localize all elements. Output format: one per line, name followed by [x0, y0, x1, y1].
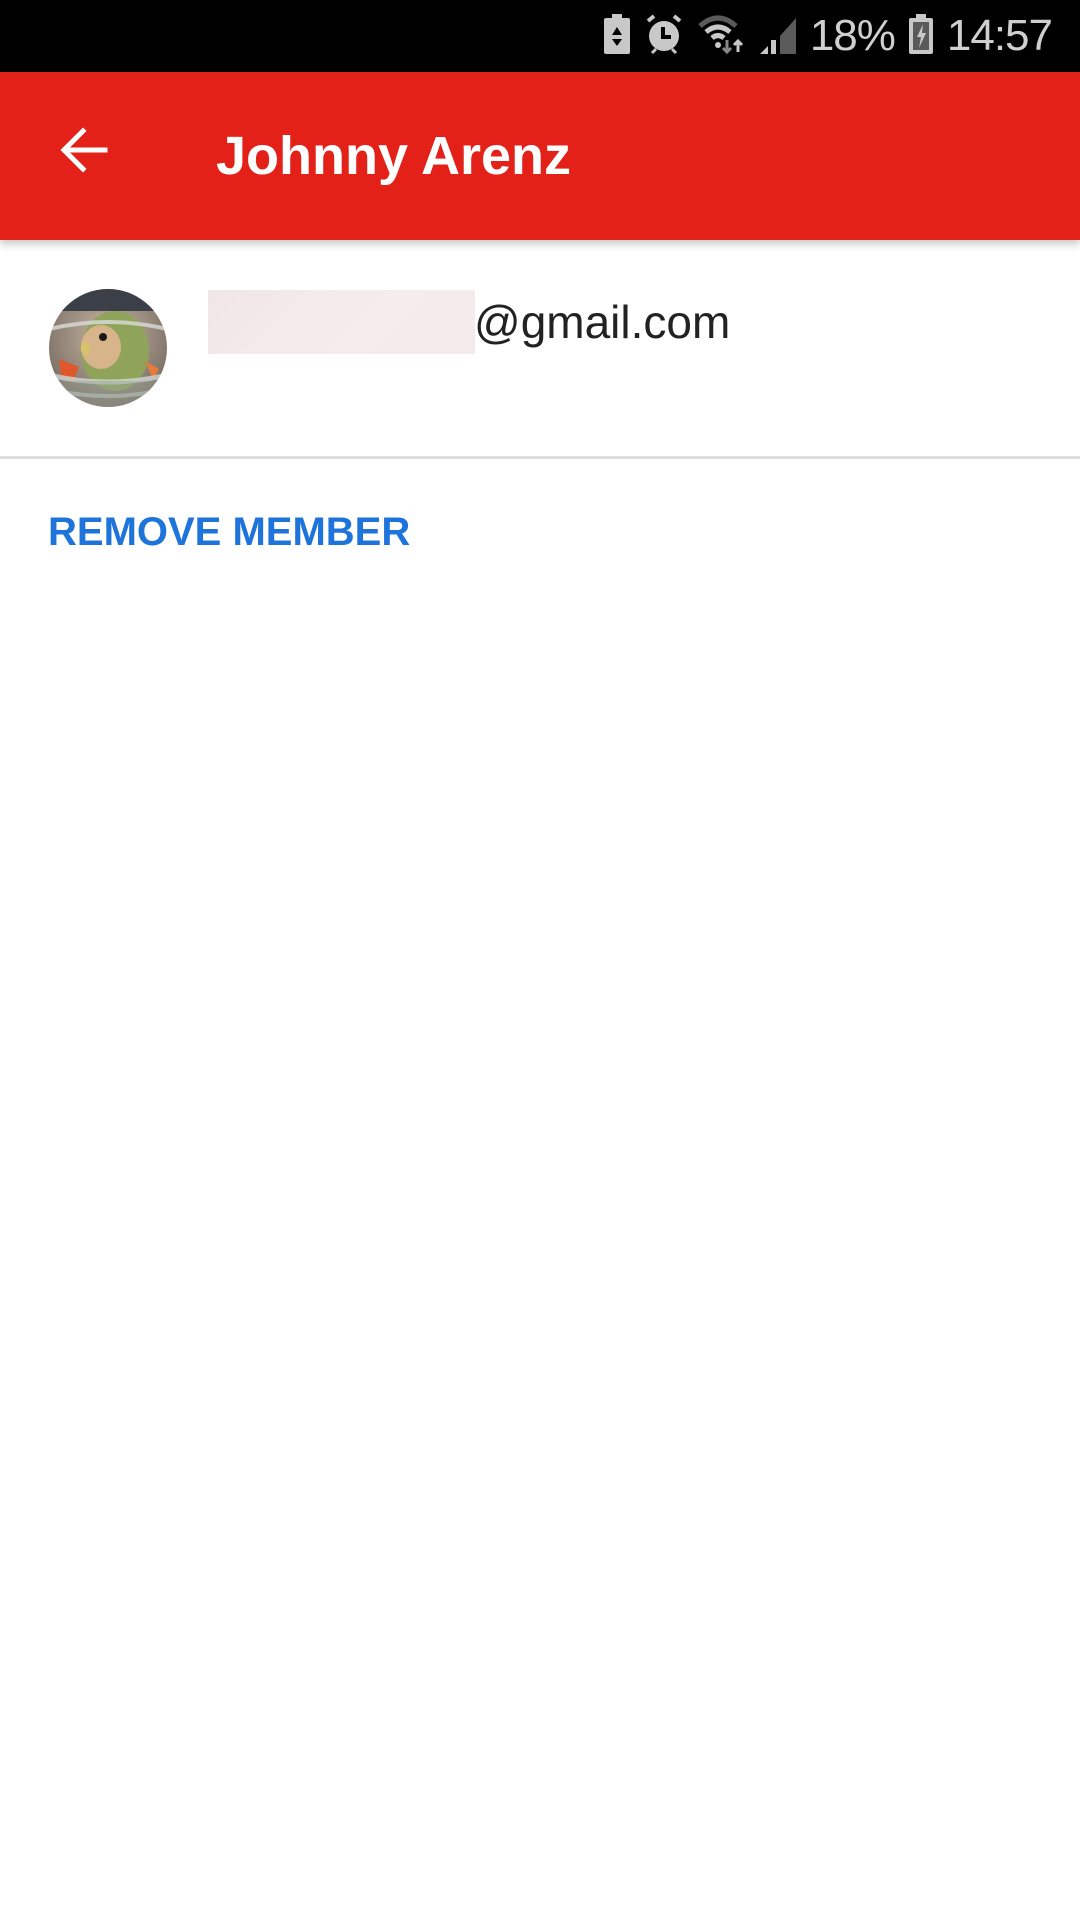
battery-percent: 18% [809, 11, 896, 60]
back-button[interactable] [44, 112, 124, 192]
clock: 14:57 [946, 11, 1053, 60]
divider [0, 456, 1080, 459]
signal-icon [759, 14, 796, 59]
status-bar: 18% 14:57 [0, 0, 1080, 72]
avatar [49, 289, 167, 407]
member-email: @gmail.com [474, 296, 731, 348]
arrow-back-icon [59, 125, 109, 180]
battery-saver-icon [603, 13, 630, 59]
alarm-icon [644, 13, 684, 60]
email-redacted [208, 290, 475, 354]
wifi-icon [698, 14, 746, 59]
page-title: Johnny Arenz [216, 126, 572, 186]
battery-charging-icon [908, 13, 933, 59]
status-icons: 18% 14:57 [603, 0, 1053, 72]
remove-member-button[interactable]: REMOVE MEMBER [48, 500, 410, 564]
app-bar: Johnny Arenz [0, 72, 1080, 240]
